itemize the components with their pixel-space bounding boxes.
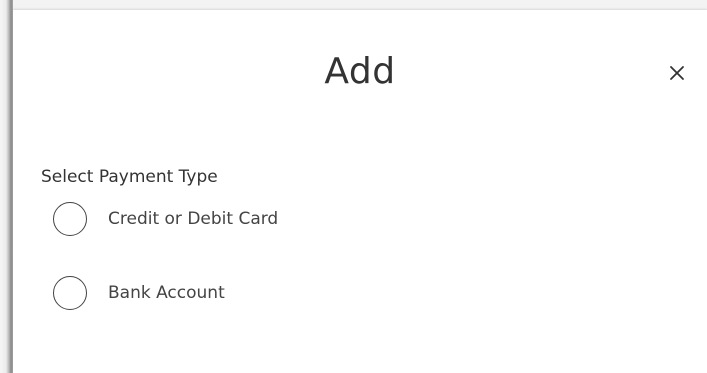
radio-button-bank[interactable] [53,276,87,310]
radio-button-card[interactable] [53,202,87,236]
payment-type-label: Select Payment Type [41,167,218,187]
close-button[interactable] [662,58,692,88]
backdrop-left-edge [0,0,13,373]
payment-option-label: Credit or Debit Card [108,209,279,229]
payment-option-bank[interactable]: Bank Account [53,275,225,311]
payment-option-card[interactable]: Credit or Debit Card [53,201,278,237]
add-dialog: Add Select Payment Type Credit or Debit … [13,10,707,373]
dialog-title: Add [324,51,396,92]
close-icon [670,66,684,80]
screen: Add Select Payment Type Credit or Debit … [0,0,707,373]
payment-option-label: Bank Account [108,283,225,303]
